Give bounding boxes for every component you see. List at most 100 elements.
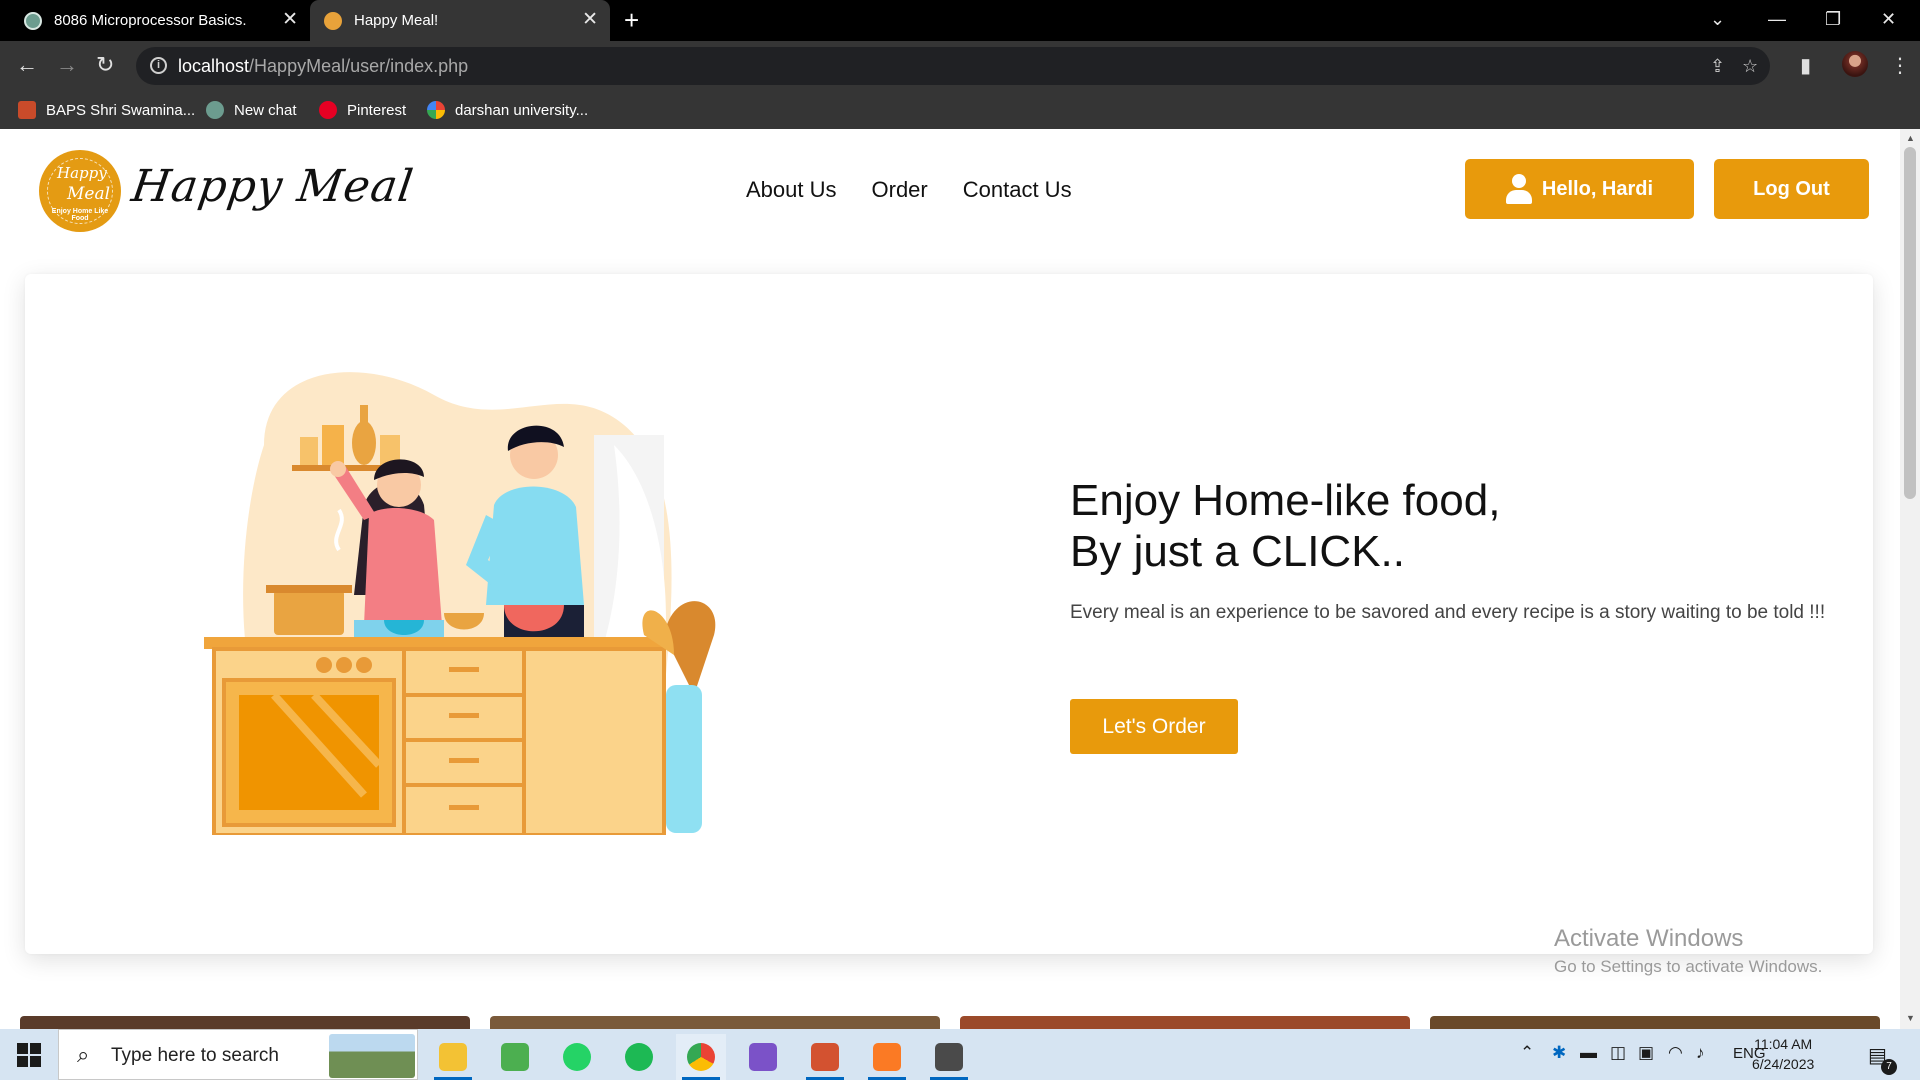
bluetooth-icon[interactable]: ✱: [1552, 1043, 1566, 1063]
forward-icon[interactable]: →: [56, 53, 78, 77]
browser-toolbar: ← → ↻ i localhost/HappyMeal/user/index.p…: [0, 41, 1920, 91]
tab-title: Happy Meal!: [354, 12, 439, 29]
main-nav: About Us Order Contact Us: [746, 177, 1072, 203]
address-bar[interactable]: i localhost/HappyMeal/user/index.php ⇪ ☆: [136, 47, 1770, 85]
taskbar-visual-studio[interactable]: [738, 1034, 788, 1080]
chatgpt-favicon-icon: [24, 11, 42, 30]
logo-text: Meal: [67, 184, 111, 204]
side-panel-icon[interactable]: ▮: [1800, 53, 1811, 78]
taskbar-app[interactable]: [490, 1034, 540, 1080]
next-section-image: [490, 1016, 940, 1029]
page-viewport: Happy Meal Enjoy Home Like Food Happy Me…: [0, 129, 1900, 1029]
restore-icon[interactable]: ❐: [1825, 8, 1841, 30]
taskbar-whatsapp[interactable]: [552, 1034, 602, 1080]
camera-icon[interactable]: ◫: [1610, 1043, 1626, 1063]
happy-meal-favicon-icon: [324, 11, 342, 30]
hero-title-line: By just a CLICK..: [1070, 527, 1406, 576]
logo-text: Happy: [57, 164, 107, 182]
minimize-icon[interactable]: —: [1768, 8, 1786, 30]
scroll-up-icon[interactable]: ▲: [1906, 133, 1915, 143]
clock-date: 6/24/2023: [1752, 1056, 1815, 1072]
notification-count-badge: 7: [1881, 1059, 1897, 1075]
search-icon: ⌕: [77, 1042, 90, 1067]
next-section-image: [960, 1016, 1410, 1029]
battery-icon[interactable]: ▬: [1580, 1043, 1597, 1063]
taskbar-file-explorer[interactable]: [428, 1034, 478, 1080]
bookmark-item[interactable]: New chat: [206, 101, 297, 119]
taskbar-chrome[interactable]: [676, 1034, 726, 1080]
user-profile-button[interactable]: Hello, Hardi: [1465, 159, 1694, 219]
whatsapp-icon: [563, 1043, 591, 1071]
wifi-icon[interactable]: ◠: [1668, 1043, 1683, 1063]
clock-time: 11:04 AM: [1754, 1036, 1813, 1052]
hero-title: Enjoy Home-like food, By just a CLICK..: [1070, 475, 1500, 577]
next-section-image: [20, 1016, 470, 1029]
chatgpt-favicon-icon: [206, 101, 224, 119]
tab-search-icon[interactable]: ⌄: [1710, 8, 1725, 30]
xampp-icon: [873, 1043, 901, 1071]
bookmark-star-icon[interactable]: ☆: [1742, 56, 1758, 77]
pinterest-icon: [319, 101, 337, 119]
page-scrollbar[interactable]: ▲ ▼: [1900, 129, 1920, 1029]
watermark-subtitle: Go to Settings to activate Windows.: [1554, 957, 1823, 976]
windows-taskbar: ⌕ Type here to search ⌃ ✱ ▬ ◫ ▣ ◠ ♪ ENG …: [0, 1029, 1920, 1080]
bookmark-label: BAPS Shri Swamina...: [46, 101, 196, 119]
menu-kebab-icon[interactable]: ⋮: [1890, 53, 1910, 78]
brand-name[interactable]: Happy Meal: [128, 161, 416, 212]
close-tab-icon[interactable]: ✕: [582, 10, 598, 30]
bookmark-item[interactable]: BAPS Shri Swamina...: [18, 101, 195, 119]
taskbar-spotify[interactable]: [614, 1034, 664, 1080]
bookmark-label: New chat: [234, 101, 297, 119]
scrollbar-thumb[interactable]: [1904, 147, 1916, 499]
scroll-down-icon[interactable]: ▼: [1906, 1013, 1915, 1023]
lets-order-button[interactable]: Let's Order: [1070, 699, 1238, 754]
browser-tab-active[interactable]: Happy Meal! ✕: [310, 0, 610, 41]
bookmarks-bar: BAPS Shri Swamina... New chat Pinterest …: [0, 91, 1920, 129]
close-tab-icon[interactable]: ✕: [282, 10, 298, 30]
google-icon: [427, 101, 445, 119]
taskbar-search-box[interactable]: ⌕ Type here to search: [58, 1029, 418, 1080]
bookmark-label: Pinterest: [347, 101, 407, 119]
watermark-title: Activate Windows: [1554, 925, 1744, 952]
nav-order[interactable]: Order: [872, 177, 928, 203]
chrome-icon: [687, 1043, 715, 1071]
reload-icon[interactable]: ↻: [96, 53, 114, 77]
nav-about-us[interactable]: About Us: [746, 177, 837, 203]
site-info-icon[interactable]: i: [150, 57, 167, 74]
user-icon: [1505, 174, 1532, 204]
browser-tab[interactable]: 8086 Microprocessor Basics. ✕: [10, 0, 310, 41]
taskbar-powerpoint[interactable]: [800, 1034, 850, 1080]
app-icon: [501, 1043, 529, 1071]
bookmark-item[interactable]: darshan university...: [427, 101, 588, 119]
browser-tab-strip: 8086 Microprocessor Basics. ✕ Happy Meal…: [0, 0, 1920, 41]
display-icon[interactable]: ▣: [1638, 1043, 1654, 1063]
logo-tagline: Enjoy Home Like Food: [51, 208, 109, 222]
close-window-icon[interactable]: ✕: [1881, 8, 1896, 30]
powerpoint-icon: [811, 1043, 839, 1071]
windows-start-icon[interactable]: [17, 1043, 41, 1067]
profile-avatar[interactable]: [1842, 51, 1868, 77]
url-text[interactable]: localhost/HappyMeal/user/index.php: [178, 56, 468, 77]
cooking-couple-illustration: [204, 372, 716, 835]
volume-icon[interactable]: ♪: [1696, 1043, 1705, 1063]
bookmark-label: darshan university...: [455, 101, 589, 119]
show-hidden-icons-icon[interactable]: ⌃: [1520, 1043, 1534, 1063]
folder-icon: [439, 1043, 467, 1071]
hero-subtitle: Every meal is an experience to be savore…: [1070, 602, 1826, 623]
activate-windows-watermark: Activate Windows Go to Settings to activ…: [1554, 925, 1822, 977]
search-highlight-image[interactable]: [329, 1034, 415, 1078]
hero-title-line: Enjoy Home-like food,: [1070, 476, 1501, 525]
back-icon[interactable]: ←: [16, 53, 38, 77]
baps-favicon-icon: [18, 101, 36, 119]
bookmark-item[interactable]: Pinterest: [319, 101, 406, 119]
taskbar-clock[interactable]: 11:04 AM 6/24/2023: [1752, 1034, 1814, 1074]
taskbar-sublime-text[interactable]: [924, 1034, 974, 1080]
nav-contact-us[interactable]: Contact Us: [963, 177, 1072, 203]
new-tab-button[interactable]: +: [624, 7, 639, 33]
share-icon[interactable]: ⇪: [1710, 56, 1725, 77]
logout-button[interactable]: Log Out: [1714, 159, 1869, 219]
user-greeting: Hello, Hardi: [1541, 177, 1654, 200]
taskbar-xampp[interactable]: [862, 1034, 912, 1080]
site-logo[interactable]: Happy Meal Enjoy Home Like Food: [39, 150, 121, 232]
search-placeholder: Type here to search: [111, 1045, 279, 1066]
